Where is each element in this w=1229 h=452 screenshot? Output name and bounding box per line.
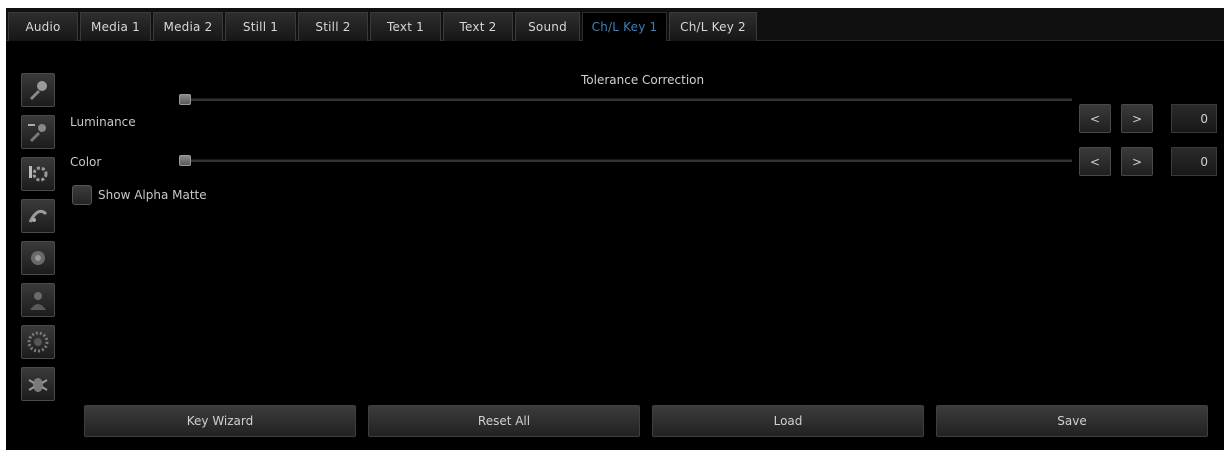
load-button[interactable]: Load xyxy=(652,405,924,437)
eyedropper-minus-icon xyxy=(28,124,46,142)
color-value-field[interactable]: 0 xyxy=(1171,147,1217,176)
tab-still-1[interactable]: Still 1 xyxy=(225,12,296,41)
color-slider-thumb[interactable] xyxy=(179,155,191,166)
blur-dial-icon xyxy=(27,331,49,353)
blur-button[interactable] xyxy=(21,325,55,359)
show-alpha-matte-label: Show Alpha Matte xyxy=(98,188,207,202)
color-decrement-button[interactable]: < xyxy=(1079,147,1111,176)
eyedropper-minus-button[interactable] xyxy=(21,115,55,149)
spill-suppress-button[interactable] xyxy=(21,199,55,233)
eyedropper-button[interactable] xyxy=(21,73,55,107)
luminance-slider[interactable] xyxy=(182,98,1072,101)
tab-chl-key-2[interactable]: Ch/L Key 2 xyxy=(669,12,757,41)
color-increment-button[interactable]: > xyxy=(1121,147,1153,176)
luminance-increment-button[interactable]: > xyxy=(1121,104,1153,133)
tab-media-2[interactable]: Media 2 xyxy=(153,12,223,41)
show-alpha-matte-checkbox[interactable] xyxy=(72,185,92,205)
luminance-slider-thumb[interactable] xyxy=(179,94,191,105)
spill-suppress-icon xyxy=(28,209,48,223)
tab-audio[interactable]: Audio xyxy=(8,12,78,41)
luminance-decrement-button[interactable]: < xyxy=(1079,104,1111,133)
settings-button[interactable] xyxy=(21,157,55,191)
section-title: Tolerance Correction xyxy=(581,73,705,87)
save-button[interactable]: Save xyxy=(936,405,1208,437)
person-silhouette-icon xyxy=(30,292,46,310)
tab-text-1[interactable]: Text 1 xyxy=(370,12,441,41)
gear-icon xyxy=(29,166,48,182)
wizard-bug-icon xyxy=(28,378,48,392)
camera-icon xyxy=(31,251,45,265)
tab-media-1[interactable]: Media 1 xyxy=(80,12,151,41)
color-slider[interactable] xyxy=(182,159,1072,162)
wizard-tool-button[interactable] xyxy=(21,367,55,401)
tab-sound[interactable]: Sound xyxy=(515,12,580,41)
tab-still-2[interactable]: Still 2 xyxy=(298,12,368,41)
tab-text-2[interactable]: Text 2 xyxy=(443,12,513,41)
color-label: Color xyxy=(70,155,102,169)
tab-bar: Audio Media 1 Media 2 Still 1 Still 2 Te… xyxy=(6,8,1224,41)
chroma-key-window: Audio Media 1 Media 2 Still 1 Still 2 Te… xyxy=(6,8,1224,450)
luminance-label: Luminance xyxy=(70,115,136,129)
tab-chl-key-1[interactable]: Ch/L Key 1 xyxy=(582,12,667,41)
camera-button[interactable] xyxy=(21,241,55,275)
key-wizard-button[interactable]: Key Wizard xyxy=(84,405,356,437)
luminance-value-field[interactable]: 0 xyxy=(1171,104,1217,133)
chroma-key-panel: Tolerance Correction Luminance < > 0 Col… xyxy=(6,42,1224,450)
reset-all-button[interactable]: Reset All xyxy=(368,405,640,437)
person-button[interactable] xyxy=(21,283,55,317)
eyedropper-icon xyxy=(30,81,47,100)
